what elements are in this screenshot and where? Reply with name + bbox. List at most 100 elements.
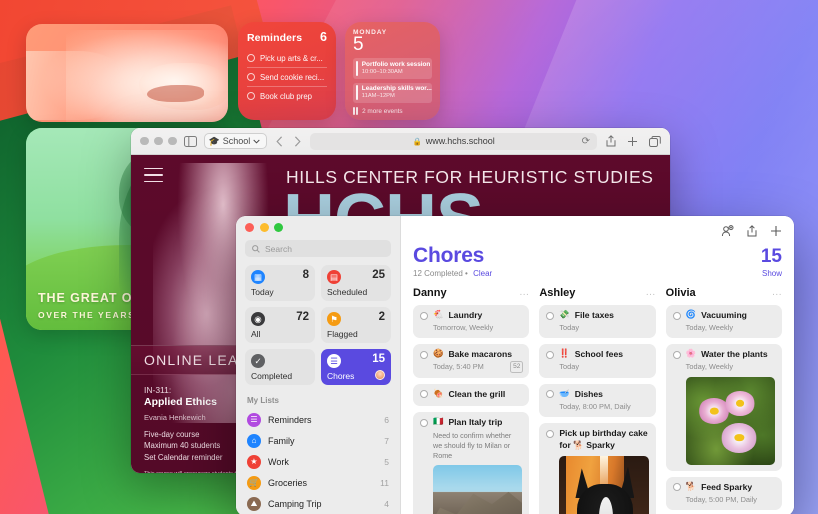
task-checkbox[interactable]: [420, 311, 428, 320]
task-checkbox[interactable]: [546, 350, 555, 359]
reminders-widget-item-label: Book club prep: [260, 91, 313, 101]
task-checkbox[interactable]: [420, 350, 428, 359]
smart-list-flagged[interactable]: ⚑ 2 Flagged: [321, 307, 391, 343]
task-card[interactable]: 🇮🇹 Plan Italy trip Need to confirm wheth…: [413, 412, 530, 514]
task-photo-dog[interactable]: [559, 456, 649, 514]
share-icon[interactable]: [606, 135, 616, 147]
column-menu-button[interactable]: ...: [772, 288, 782, 298]
smart-list-today[interactable]: ▦ 8 Today: [245, 265, 315, 301]
list-item-family[interactable]: ⌂ Family 7: [245, 430, 391, 451]
task-checkbox[interactable]: [672, 350, 681, 359]
address-bar[interactable]: 🔒 www.hchs.school ⟳: [310, 132, 597, 150]
task-card[interactable]: 🍖 Clean the grill: [413, 383, 530, 407]
task-checkbox[interactable]: [420, 390, 428, 399]
forward-icon[interactable]: [294, 135, 301, 147]
minimize-window-button[interactable]: [154, 136, 163, 146]
show-button[interactable]: Show: [762, 269, 782, 278]
task-emoji-icon: ‼️: [559, 348, 570, 359]
column-menu-button[interactable]: ...: [519, 288, 529, 298]
reminders-app-window[interactable]: Search ▦ 8 Today ▤ 25 Scheduled ◉ 72 All…: [236, 216, 794, 514]
task-checkbox[interactable]: [546, 311, 555, 320]
list-item-camping-trip[interactable]: ⛰ Camping Trip 4: [245, 493, 391, 514]
reminders-widget-item-label: Send cookie reci...: [260, 72, 325, 82]
reminders-main-panel: Chores 15 12 Completed • Clear Show Dann…: [401, 216, 794, 514]
task-checkbox[interactable]: [672, 311, 681, 320]
list-item-groceries[interactable]: 🛒 Groceries 11: [245, 472, 391, 493]
reminders-widget-item[interactable]: Book club prep: [247, 87, 327, 105]
tab-overview-icon[interactable]: [649, 135, 661, 147]
task-checkbox[interactable]: [546, 390, 555, 399]
back-icon[interactable]: [276, 135, 283, 147]
share-icon[interactable]: [747, 225, 757, 237]
list-item-work[interactable]: ★ Work 5: [245, 451, 391, 472]
column-title: Olivia: [665, 287, 696, 299]
reminders-widget-item[interactable]: Pick up arts & cr...: [247, 49, 327, 68]
smart-list-all[interactable]: ◉ 72 All: [245, 307, 315, 343]
list-item-reminders[interactable]: ☰ Reminders 6: [245, 409, 391, 430]
smart-list-count: 15: [372, 353, 385, 365]
maximize-window-button[interactable]: [168, 136, 177, 146]
list-item-label: Work: [268, 456, 289, 467]
smart-list-completed[interactable]: ✓ Completed: [245, 349, 315, 385]
task-card[interactable]: 🌸 Water the plants Today, Weekly: [665, 344, 782, 471]
task-checkbox[interactable]: [546, 429, 555, 438]
reload-icon[interactable]: ⟳: [582, 136, 590, 147]
dog-mouth: [147, 84, 204, 103]
smart-list-count: 2: [378, 311, 385, 323]
search-placeholder: Search: [265, 243, 292, 254]
task-card[interactable]: 🥣 Dishes Today, 8:00 PM, Daily: [539, 383, 656, 418]
task-title: Feed Sparky: [701, 481, 753, 492]
task-photo-italy[interactable]: [433, 465, 523, 514]
maximize-window-button[interactable]: [274, 223, 283, 232]
task-card[interactable]: ‼️ School fees Today: [539, 344, 656, 378]
search-input[interactable]: Search: [245, 240, 391, 257]
task-emoji-icon: 🐔: [433, 309, 444, 319]
reminders-widget-header: Reminders 6: [247, 30, 327, 44]
reminders-widget[interactable]: Reminders 6 Pick up arts & cr... Send co…: [238, 22, 336, 120]
event-time: 10:00–10:30AM: [361, 68, 403, 75]
task-photo-flowers[interactable]: [685, 376, 775, 465]
list-item-count: 5: [384, 456, 389, 467]
task-checkbox[interactable]: [420, 418, 428, 427]
task-card[interactable]: 🐔 Laundry Tomorrow, Weekly: [413, 305, 530, 339]
close-window-button[interactable]: [245, 223, 254, 232]
task-subtitle: Today, 5:40 PM: [433, 362, 484, 372]
column-menu-button[interactable]: ...: [646, 288, 656, 298]
calendar-event[interactable]: Portfolio work session 10:00–10:30AM: [353, 58, 432, 80]
smart-list-chores[interactable]: ☰ 15 Chores: [321, 349, 391, 385]
add-person-icon[interactable]: [721, 225, 734, 237]
plus-icon[interactable]: [627, 136, 638, 147]
task-card[interactable]: 💸 File taxes Today: [539, 305, 656, 339]
completed-status: 12 Completed • Clear: [413, 269, 492, 278]
reminders-traffic-lights[interactable]: [245, 223, 391, 232]
calendar-event[interactable]: Leadership skills wor... 11AM–12PM: [353, 82, 432, 104]
checkbox-circle-icon[interactable]: [247, 73, 255, 81]
plus-icon[interactable]: [770, 225, 782, 237]
photo-widget-dog[interactable]: [26, 24, 228, 122]
safari-nav-arrows[interactable]: [276, 135, 301, 147]
checkbox-circle-icon[interactable]: [247, 92, 255, 100]
lock-icon: 🔒: [412, 136, 422, 146]
close-window-button[interactable]: [140, 136, 149, 146]
hamburger-menu-icon[interactable]: [144, 168, 163, 182]
sidebar-icon[interactable]: [183, 135, 197, 147]
profile-chip-school[interactable]: 🎓 School: [203, 133, 268, 149]
cart-icon: 🛒: [247, 475, 261, 490]
task-card[interactable]: 🍪 Bake macarons Today, 5:40 PM 52: [413, 344, 530, 378]
minimize-window-button[interactable]: [259, 223, 269, 232]
house-icon: ⌂: [247, 433, 261, 448]
calendar-widget[interactable]: MONDAY 5 Portfolio work session 10:00–10…: [345, 22, 440, 120]
checkbox-circle-icon[interactable]: [247, 54, 255, 62]
task-note: Need to confirm whether we should fly to…: [433, 430, 512, 460]
clear-button[interactable]: Clear: [473, 269, 492, 278]
smart-list-scheduled[interactable]: ▤ 25 Scheduled: [321, 265, 391, 301]
column-ashley: Ashley ... 💸 File taxes Today ‼️ School …: [539, 287, 656, 514]
calendar-more-events[interactable]: 2 more events: [353, 107, 432, 116]
task-card[interactable]: Pick up birthday cake for 🐕 Sparky: [539, 423, 656, 514]
task-card[interactable]: 🌀 Vacuuming Today, Weekly: [665, 305, 782, 339]
reminders-widget-item[interactable]: Send cookie reci...: [247, 68, 327, 87]
safari-traffic-lights[interactable]: [140, 136, 177, 146]
task-subtitle: Today, Weekly: [685, 362, 734, 372]
task-checkbox[interactable]: [672, 483, 681, 492]
task-card[interactable]: 🐕 Feed Sparky Today, 5:00 PM, Daily: [665, 476, 782, 511]
